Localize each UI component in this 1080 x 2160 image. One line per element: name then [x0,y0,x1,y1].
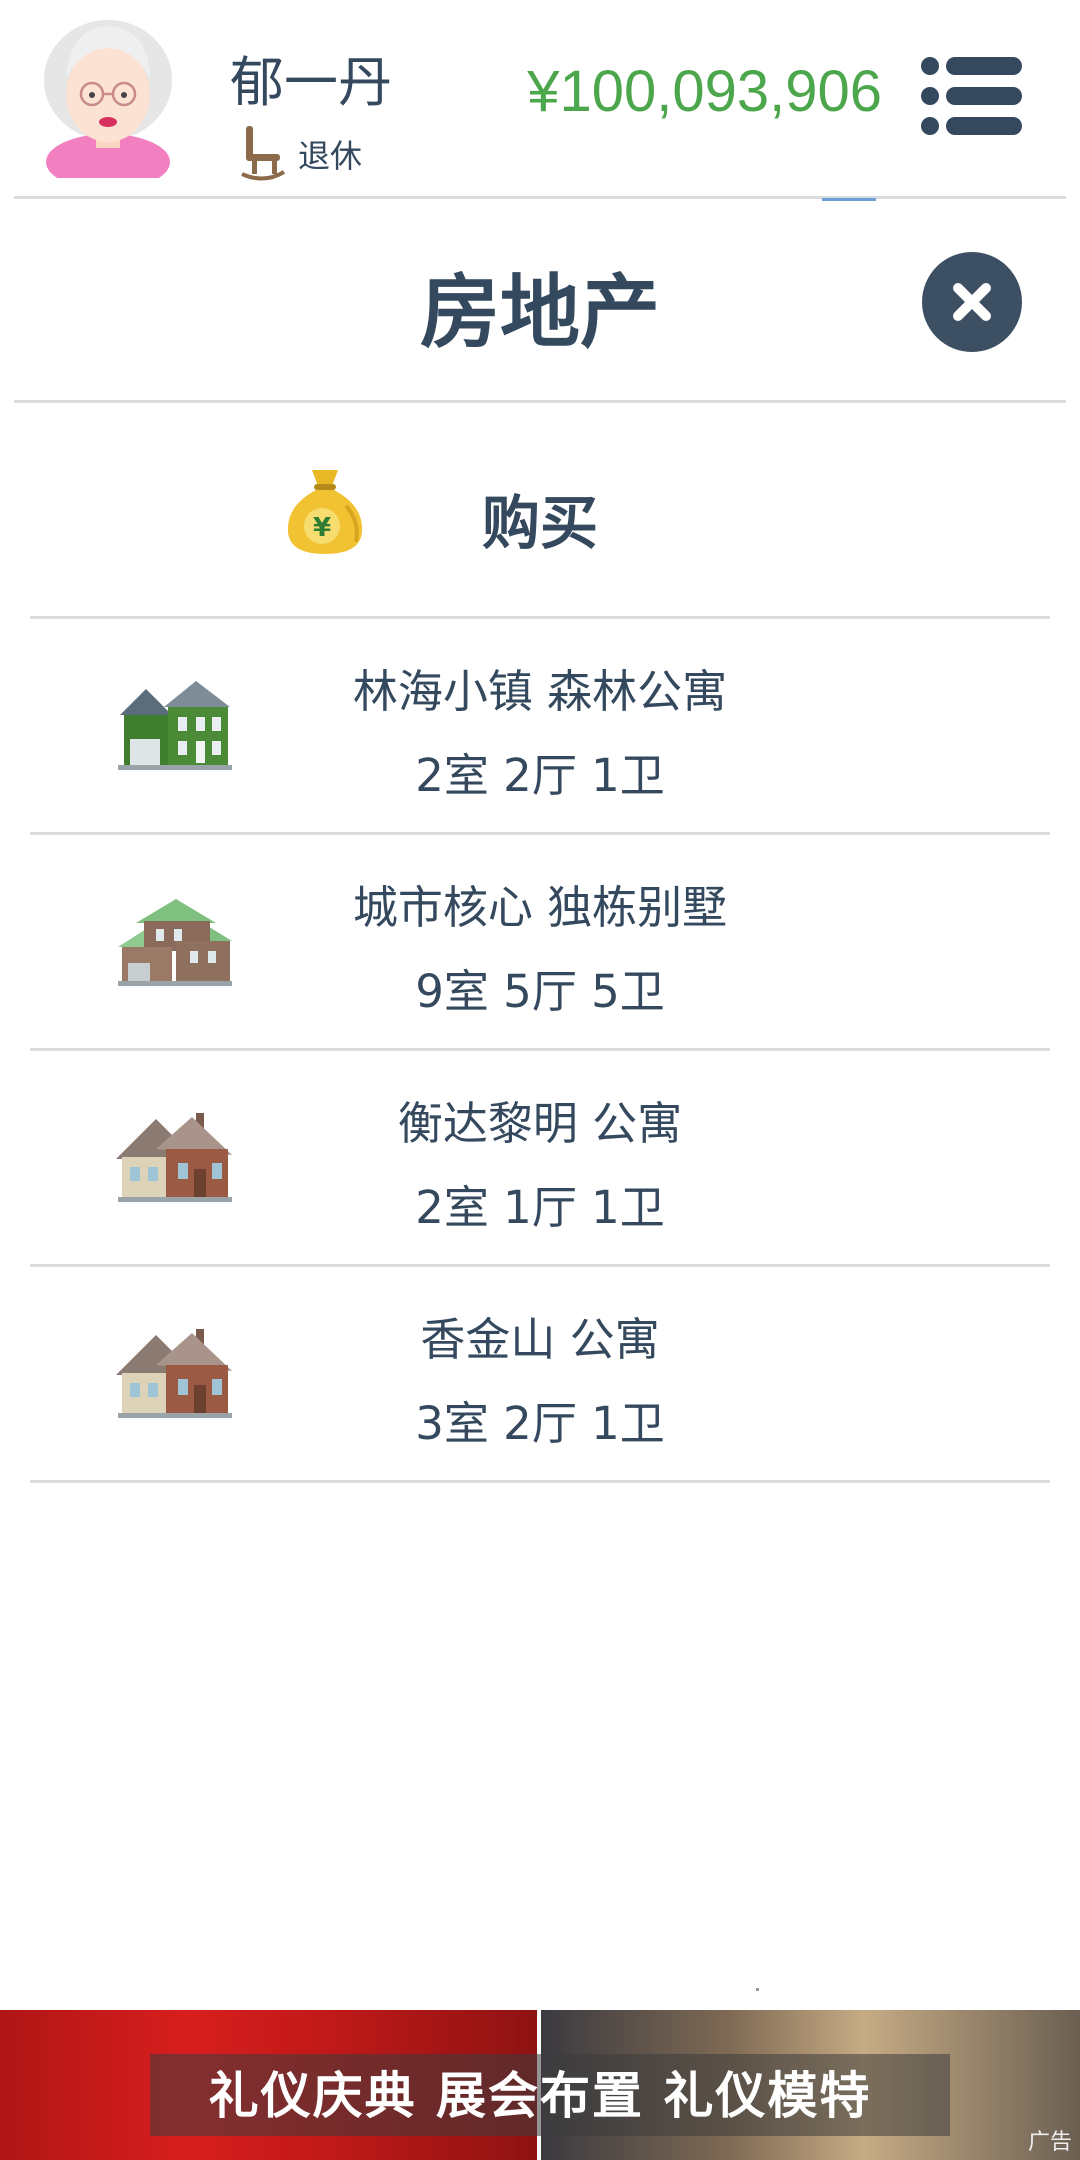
title-divider [14,400,1066,403]
buy-button[interactable]: ¥ 购买 [30,404,1050,616]
tab-indicator [822,198,876,201]
property-list: 林海小镇 森林公寓 2室 2厅 1卫 城市核心 独栋别墅 9室 5厅 5卫 衡达… [30,619,1050,1483]
menu-icon[interactable] [920,56,1024,136]
status-text: 退休 [298,137,363,175]
property-rooms: 2室 1厅 1卫 [415,1181,665,1234]
close-icon [953,283,991,321]
property-item[interactable]: 香金山 公寓 3室 2厅 1卫 [30,1267,1050,1483]
ad-text: 礼仪庆典 展会布置 礼仪模特 [208,2067,872,2125]
property-name: 林海小镇 森林公寓 [352,665,728,718]
ad-tag: 广告 [1027,2130,1072,2155]
money-balance: ¥100,093,906 [527,59,882,124]
property-item[interactable]: 衡达黎明 公寓 2室 1厅 1卫 [30,1051,1050,1267]
header-divider [14,196,1066,199]
status-badge: 退休 [240,122,362,186]
avatar[interactable] [40,14,176,178]
property-rooms: 3室 2厅 1卫 [415,1397,665,1450]
property-name: 城市核心 独栋别墅 [352,881,728,934]
property-item[interactable]: 城市核心 独栋别墅 9室 5厅 5卫 [30,835,1050,1051]
property-name: 香金山 公寓 [420,1313,660,1366]
player-name: 郁一丹 [230,51,392,114]
ad-banner[interactable]: 礼仪庆典 展会布置 礼仪模特 广告 [0,2010,1080,2160]
property-rooms: 2室 2厅 1卫 [415,749,665,802]
header: 郁一丹 退休 ¥100,093,906 [0,0,1080,196]
property-name: 衡达黎明 公寓 [397,1097,683,1150]
divider-dot [756,1988,759,1991]
property-rooms: 9室 5厅 5卫 [415,965,665,1018]
rocking-chair-icon [241,126,286,181]
property-item[interactable]: 林海小镇 森林公寓 2室 2厅 1卫 [30,619,1050,835]
close-button[interactable] [922,252,1022,352]
buy-label: 购买 [481,489,598,557]
page-title: 房地产 [420,266,660,359]
